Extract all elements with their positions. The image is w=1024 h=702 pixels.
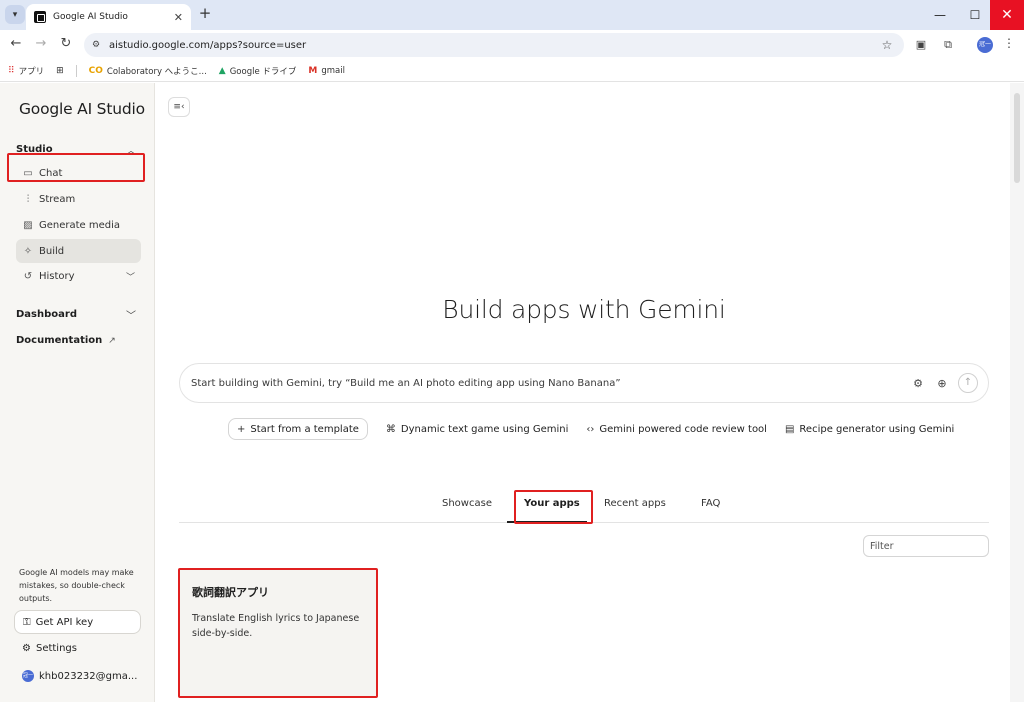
bookmark-apps[interactable]: ⠿ アプリ [8, 65, 44, 77]
bookmark-star-icon[interactable]: ☆ [878, 38, 896, 52]
key-icon: ⚿ [23, 616, 31, 628]
tab-title: Google AI Studio [53, 12, 128, 22]
window-close-button[interactable]: ✕ [990, 0, 1024, 30]
media-icon: ▨ [23, 219, 33, 231]
sidebar-item-history[interactable]: ↺ History ﹀ [16, 264, 141, 288]
dashboard-section-header[interactable]: Dashboard ﹀ [16, 307, 136, 322]
sidebar-item-label: History [39, 270, 75, 282]
account-email: khb023232@gma... [39, 670, 138, 682]
bookmark-label: Google ドライブ [229, 66, 297, 77]
chip-label: Dynamic text game using Gemini [400, 423, 569, 435]
ai-studio-favicon-icon [34, 11, 46, 23]
your-apps-highlight-box [514, 490, 593, 524]
forward-button[interactable]: → [32, 35, 50, 53]
suggestion-text-game[interactable]: ⌘ Dynamic text game using Gemini [386, 418, 568, 440]
media-controls-icon[interactable]: ▣ [912, 36, 930, 54]
section-label: Dashboard [16, 309, 77, 320]
tab-search-button[interactable]: ▾ [5, 5, 25, 24]
app-logo[interactable]: Google AI Studio [19, 100, 145, 118]
app-card[interactable]: 歌詞翻訳アプリ Translate English lyrics to Japa… [178, 568, 378, 698]
tab-showcase[interactable]: Showcase [442, 498, 492, 509]
recipe-icon: ▤ [784, 423, 795, 435]
grid-icon: ⊞ [56, 65, 64, 76]
documentation-link[interactable]: Documentation ↗ [16, 335, 116, 346]
sidebar-item-label: Generate media [39, 219, 121, 231]
minimize-button[interactable]: — [923, 0, 957, 30]
history-icon: ↺ [23, 270, 33, 282]
site-info-icon[interactable]: ⚙ [92, 40, 103, 51]
sidebar-item-label: Stream [39, 193, 76, 205]
prompt-input[interactable] [191, 377, 908, 389]
bookmark-drive[interactable]: ▲ Google ドライブ [219, 65, 297, 77]
address-bar[interactable]: ⚙ aistudio.google.com/apps?source=user ☆ [84, 33, 904, 57]
send-button[interactable]: ↑ [958, 373, 978, 393]
profile-avatar[interactable]: 冠一 [977, 37, 993, 53]
collapse-sidebar-button[interactable]: ≡‹ [168, 97, 190, 117]
suggestion-recipe-generator[interactable]: ▤ Recipe generator using Gemini [785, 418, 954, 440]
plus-icon: + [237, 423, 246, 435]
bookmark-label: アプリ [18, 66, 45, 77]
stream-icon: ⫶ [26, 193, 30, 205]
drive-icon: ▲ [218, 65, 226, 76]
button-label: Get API key [35, 616, 94, 628]
bookmark-label: gmail [321, 65, 345, 76]
back-button[interactable]: ← [7, 35, 25, 53]
sidebar-item-build[interactable]: ✧ Build [16, 239, 141, 263]
chevron-down-icon: ﹀ [125, 272, 135, 283]
apps-grid-icon: ⠿ [8, 65, 15, 76]
code-icon: ‹› [586, 423, 595, 435]
suggestions-row: + Start from a template ⌘ Dynamic text g… [228, 418, 954, 440]
chip-label: Recipe generator using Gemini [799, 423, 955, 435]
bookmark-grid[interactable]: ⊞ [56, 66, 64, 76]
page-scrollbar[interactable] [1010, 83, 1024, 702]
sidebar-item-stream[interactable]: ⫶ Stream [16, 187, 141, 211]
chevron-down-icon: ﹀ [126, 311, 136, 322]
account-menu[interactable]: 冠一 khb023232@gma... [22, 670, 137, 682]
bookmark-separator [75, 64, 77, 77]
build-highlight-box [7, 153, 145, 182]
bookmark-gmail[interactable]: M gmail [308, 66, 345, 76]
settings-icon[interactable]: ⚙ [908, 377, 928, 390]
app-card-description: Translate English lyrics to Japanese sid… [192, 613, 360, 639]
build-icon: ✧ [23, 245, 33, 257]
reload-button[interactable]: ↻ [57, 35, 75, 53]
suggestion-code-review[interactable]: ‹› Gemini powered code review tool [586, 418, 767, 440]
chevron-down-icon: ▾ [12, 9, 18, 20]
scrollbar-thumb[interactable] [1014, 93, 1020, 183]
sidebar-item-generate-media[interactable]: ▨ Generate media [16, 213, 141, 237]
get-api-key-button[interactable]: ⚿ Get API key [14, 610, 141, 634]
start-from-template-button[interactable]: + Start from a template [228, 418, 368, 440]
close-tab-icon[interactable]: ✕ [174, 11, 183, 24]
gamepad-icon: ⌘ [385, 423, 396, 435]
chip-label: Gemini powered code review tool [599, 423, 767, 435]
new-tab-button[interactable]: + [197, 6, 213, 22]
url-text[interactable]: aistudio.google.com/apps?source=user [109, 40, 878, 51]
tab-recent-apps[interactable]: Recent apps [604, 498, 666, 509]
bookmarks-bar: ⠿ アプリ ⊞ CO Colaboratory へようこ... ▲ Google… [0, 60, 1024, 82]
bookmark-colab[interactable]: CO Colaboratory へようこ... [89, 65, 207, 77]
chip-label: Start from a template [250, 423, 359, 435]
browser-menu-icon[interactable]: ⋮ [1003, 36, 1015, 50]
page-title: Build apps with Gemini [442, 295, 726, 324]
external-link-icon: ↗ [108, 335, 116, 346]
prompt-box[interactable]: ⚙ ⊕ ↑ [179, 363, 989, 403]
documentation-label: Documentation [16, 335, 103, 346]
extensions-icon[interactable]: ⧉ [939, 36, 957, 54]
browser-tab[interactable]: Google AI Studio ✕ [26, 4, 191, 30]
gear-icon: ⚙ [22, 643, 31, 654]
add-icon[interactable]: ⊕ [932, 377, 952, 390]
avatar: 冠一 [22, 670, 34, 682]
gmail-icon: M [308, 65, 318, 76]
sidebar-toggle-icon: ≡‹ [173, 102, 185, 112]
bookmark-label: Colaboratory へようこ... [106, 66, 207, 77]
settings-link[interactable]: ⚙ Settings [22, 643, 77, 654]
filter-input[interactable] [863, 535, 989, 557]
ai-disclaimer: Google AI models may make mistakes, so d… [19, 568, 134, 603]
app-card-title: 歌詞翻訳アプリ [192, 586, 269, 599]
tab-faq[interactable]: FAQ [701, 498, 720, 509]
sidebar-item-label: Build [39, 245, 65, 257]
maximize-button[interactable]: ☐ [958, 0, 992, 30]
settings-label: Settings [35, 643, 77, 654]
colab-icon: CO [88, 65, 103, 76]
